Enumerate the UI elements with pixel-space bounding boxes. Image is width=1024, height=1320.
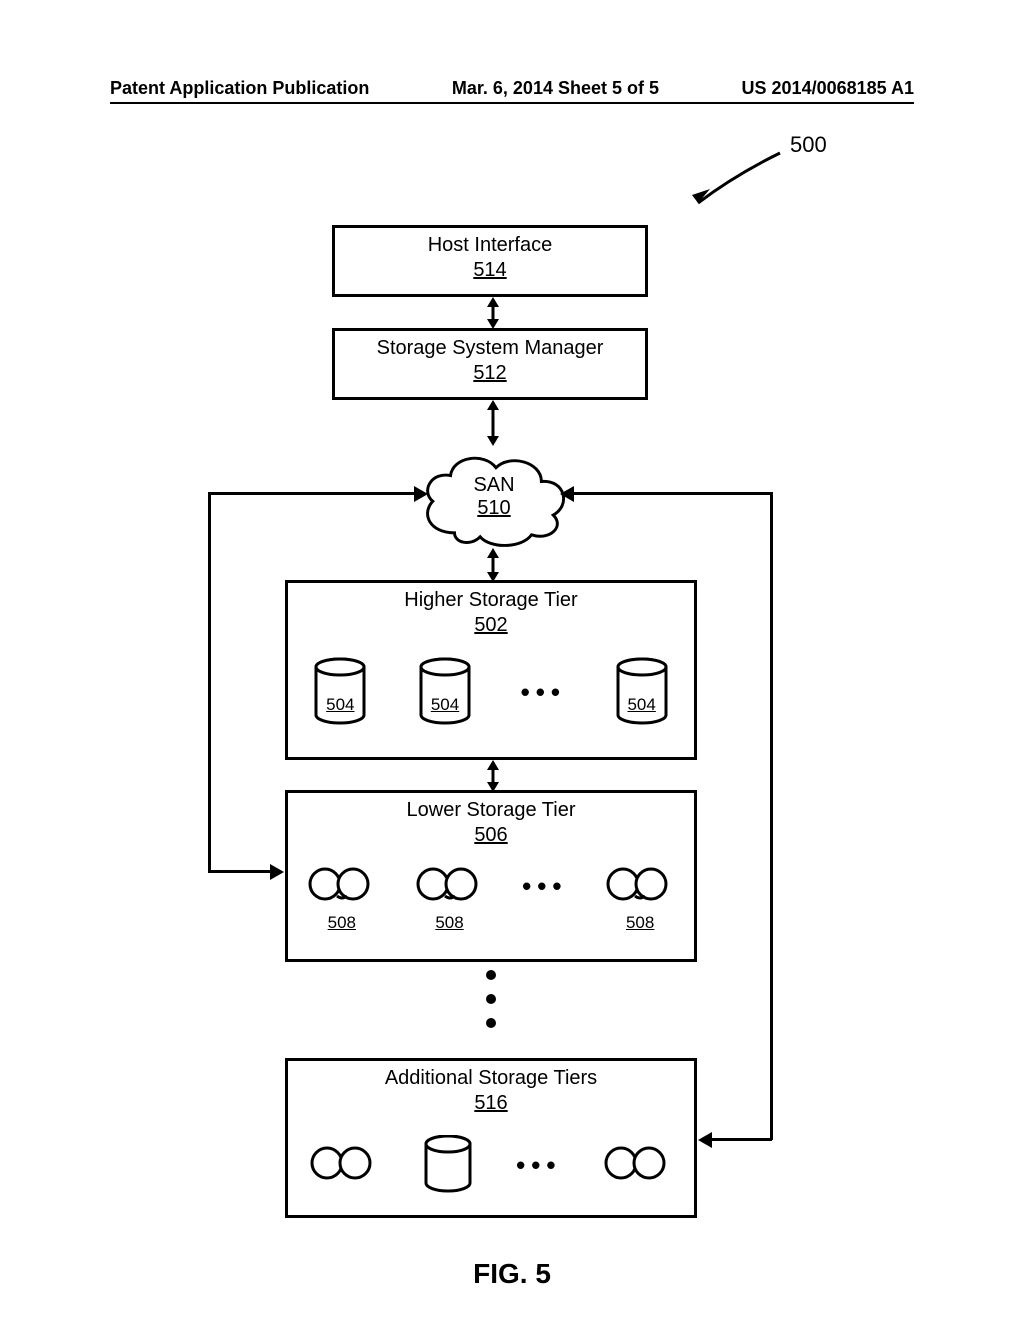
san-text-group: SAN 510	[415, 442, 573, 552]
dot-icon	[486, 994, 496, 1004]
host-interface-title: Host Interface	[335, 234, 645, 257]
disk-icon: 504	[613, 657, 671, 727]
disk-ref: 504	[416, 695, 474, 715]
tape-icon: 508	[307, 865, 377, 907]
dot-icon	[486, 1018, 496, 1028]
arrowhead-right-to-addl	[698, 1130, 712, 1155]
arrow-ssm-san	[483, 400, 503, 446]
connector-right-top-h	[573, 492, 773, 495]
connector-left-top-h	[208, 492, 416, 495]
header-divider	[110, 102, 914, 104]
header-center: Mar. 6, 2014 Sheet 5 of 5	[452, 78, 659, 99]
san-ref: 510	[477, 497, 510, 520]
lower-tier-ref: 506	[288, 824, 694, 847]
header-right: US 2014/0068185 A1	[742, 78, 914, 99]
higher-tier-title: Higher Storage Tier	[288, 589, 694, 612]
connector-left-v	[208, 492, 211, 872]
higher-tier-ref: 502	[288, 614, 694, 637]
arrowhead-left-to-san	[414, 484, 428, 509]
addl-tier-ref: 516	[288, 1092, 694, 1115]
storage-system-manager-box: Storage System Manager 512	[332, 328, 648, 400]
addl-tier-title: Additional Storage Tiers	[288, 1067, 694, 1090]
tape-ref: 508	[307, 913, 377, 933]
connector-left-bottom-h	[208, 870, 272, 873]
tape-icon	[603, 1144, 673, 1186]
ellipsis-icon: •••	[516, 1150, 561, 1181]
tape-ref: 508	[415, 913, 485, 933]
connector-right-v	[770, 492, 773, 1140]
lower-storage-tier-box: Lower Storage Tier 506 508 508 ••• 508	[285, 790, 697, 962]
host-interface-ref: 514	[335, 259, 645, 282]
disk-icon	[421, 1135, 475, 1195]
diagram-canvas: 500 Host Interface 514 Storage System Ma…	[0, 120, 1024, 1250]
disk-icon: 504	[311, 657, 369, 727]
disk-icon: 504	[416, 657, 474, 727]
ellipsis-icon: •••	[521, 677, 566, 708]
ssm-title: Storage System Manager	[335, 337, 645, 360]
additional-storage-tiers-box: Additional Storage Tiers 516 •••	[285, 1058, 697, 1218]
arrow-host-ssm	[483, 297, 503, 329]
arrowhead-left-to-lower	[270, 862, 284, 887]
tape-ref: 508	[605, 913, 675, 933]
dot-icon	[486, 970, 496, 980]
ssm-ref: 512	[335, 362, 645, 385]
leader-arrow-icon	[680, 145, 790, 215]
disk-ref: 504	[613, 695, 671, 715]
figure-reference-number: 500	[790, 132, 827, 158]
lower-tier-title: Lower Storage Tier	[288, 799, 694, 822]
higher-tier-items-row: 504 504 ••• 504	[288, 657, 694, 727]
figure-reference-leader: 500	[680, 135, 850, 215]
lower-tier-items-row: 508 508 ••• 508	[288, 865, 694, 907]
arrowhead-right-to-san	[560, 484, 574, 509]
header-left: Patent Application Publication	[110, 78, 369, 99]
arrow-higher-lower	[483, 760, 503, 792]
host-interface-box: Host Interface 514	[332, 225, 648, 297]
page-header: Patent Application Publication Mar. 6, 2…	[0, 78, 1024, 99]
figure-caption: FIG. 5	[0, 1258, 1024, 1290]
vertical-ellipsis-icon	[486, 970, 496, 1028]
addl-tier-items-row: •••	[288, 1135, 694, 1195]
ellipsis-icon: •••	[522, 871, 567, 902]
higher-storage-tier-box: Higher Storage Tier 502 504 504 ••• 504	[285, 580, 697, 760]
san-cloud: SAN 510	[415, 442, 573, 552]
tape-icon	[309, 1144, 379, 1186]
page: Patent Application Publication Mar. 6, 2…	[0, 0, 1024, 1320]
disk-ref: 504	[311, 695, 369, 715]
connector-right-bottom-h	[710, 1138, 772, 1141]
arrow-san-higher	[483, 548, 503, 582]
tape-icon: 508	[415, 865, 485, 907]
san-title: SAN	[473, 474, 514, 497]
tape-icon: 508	[605, 865, 675, 907]
